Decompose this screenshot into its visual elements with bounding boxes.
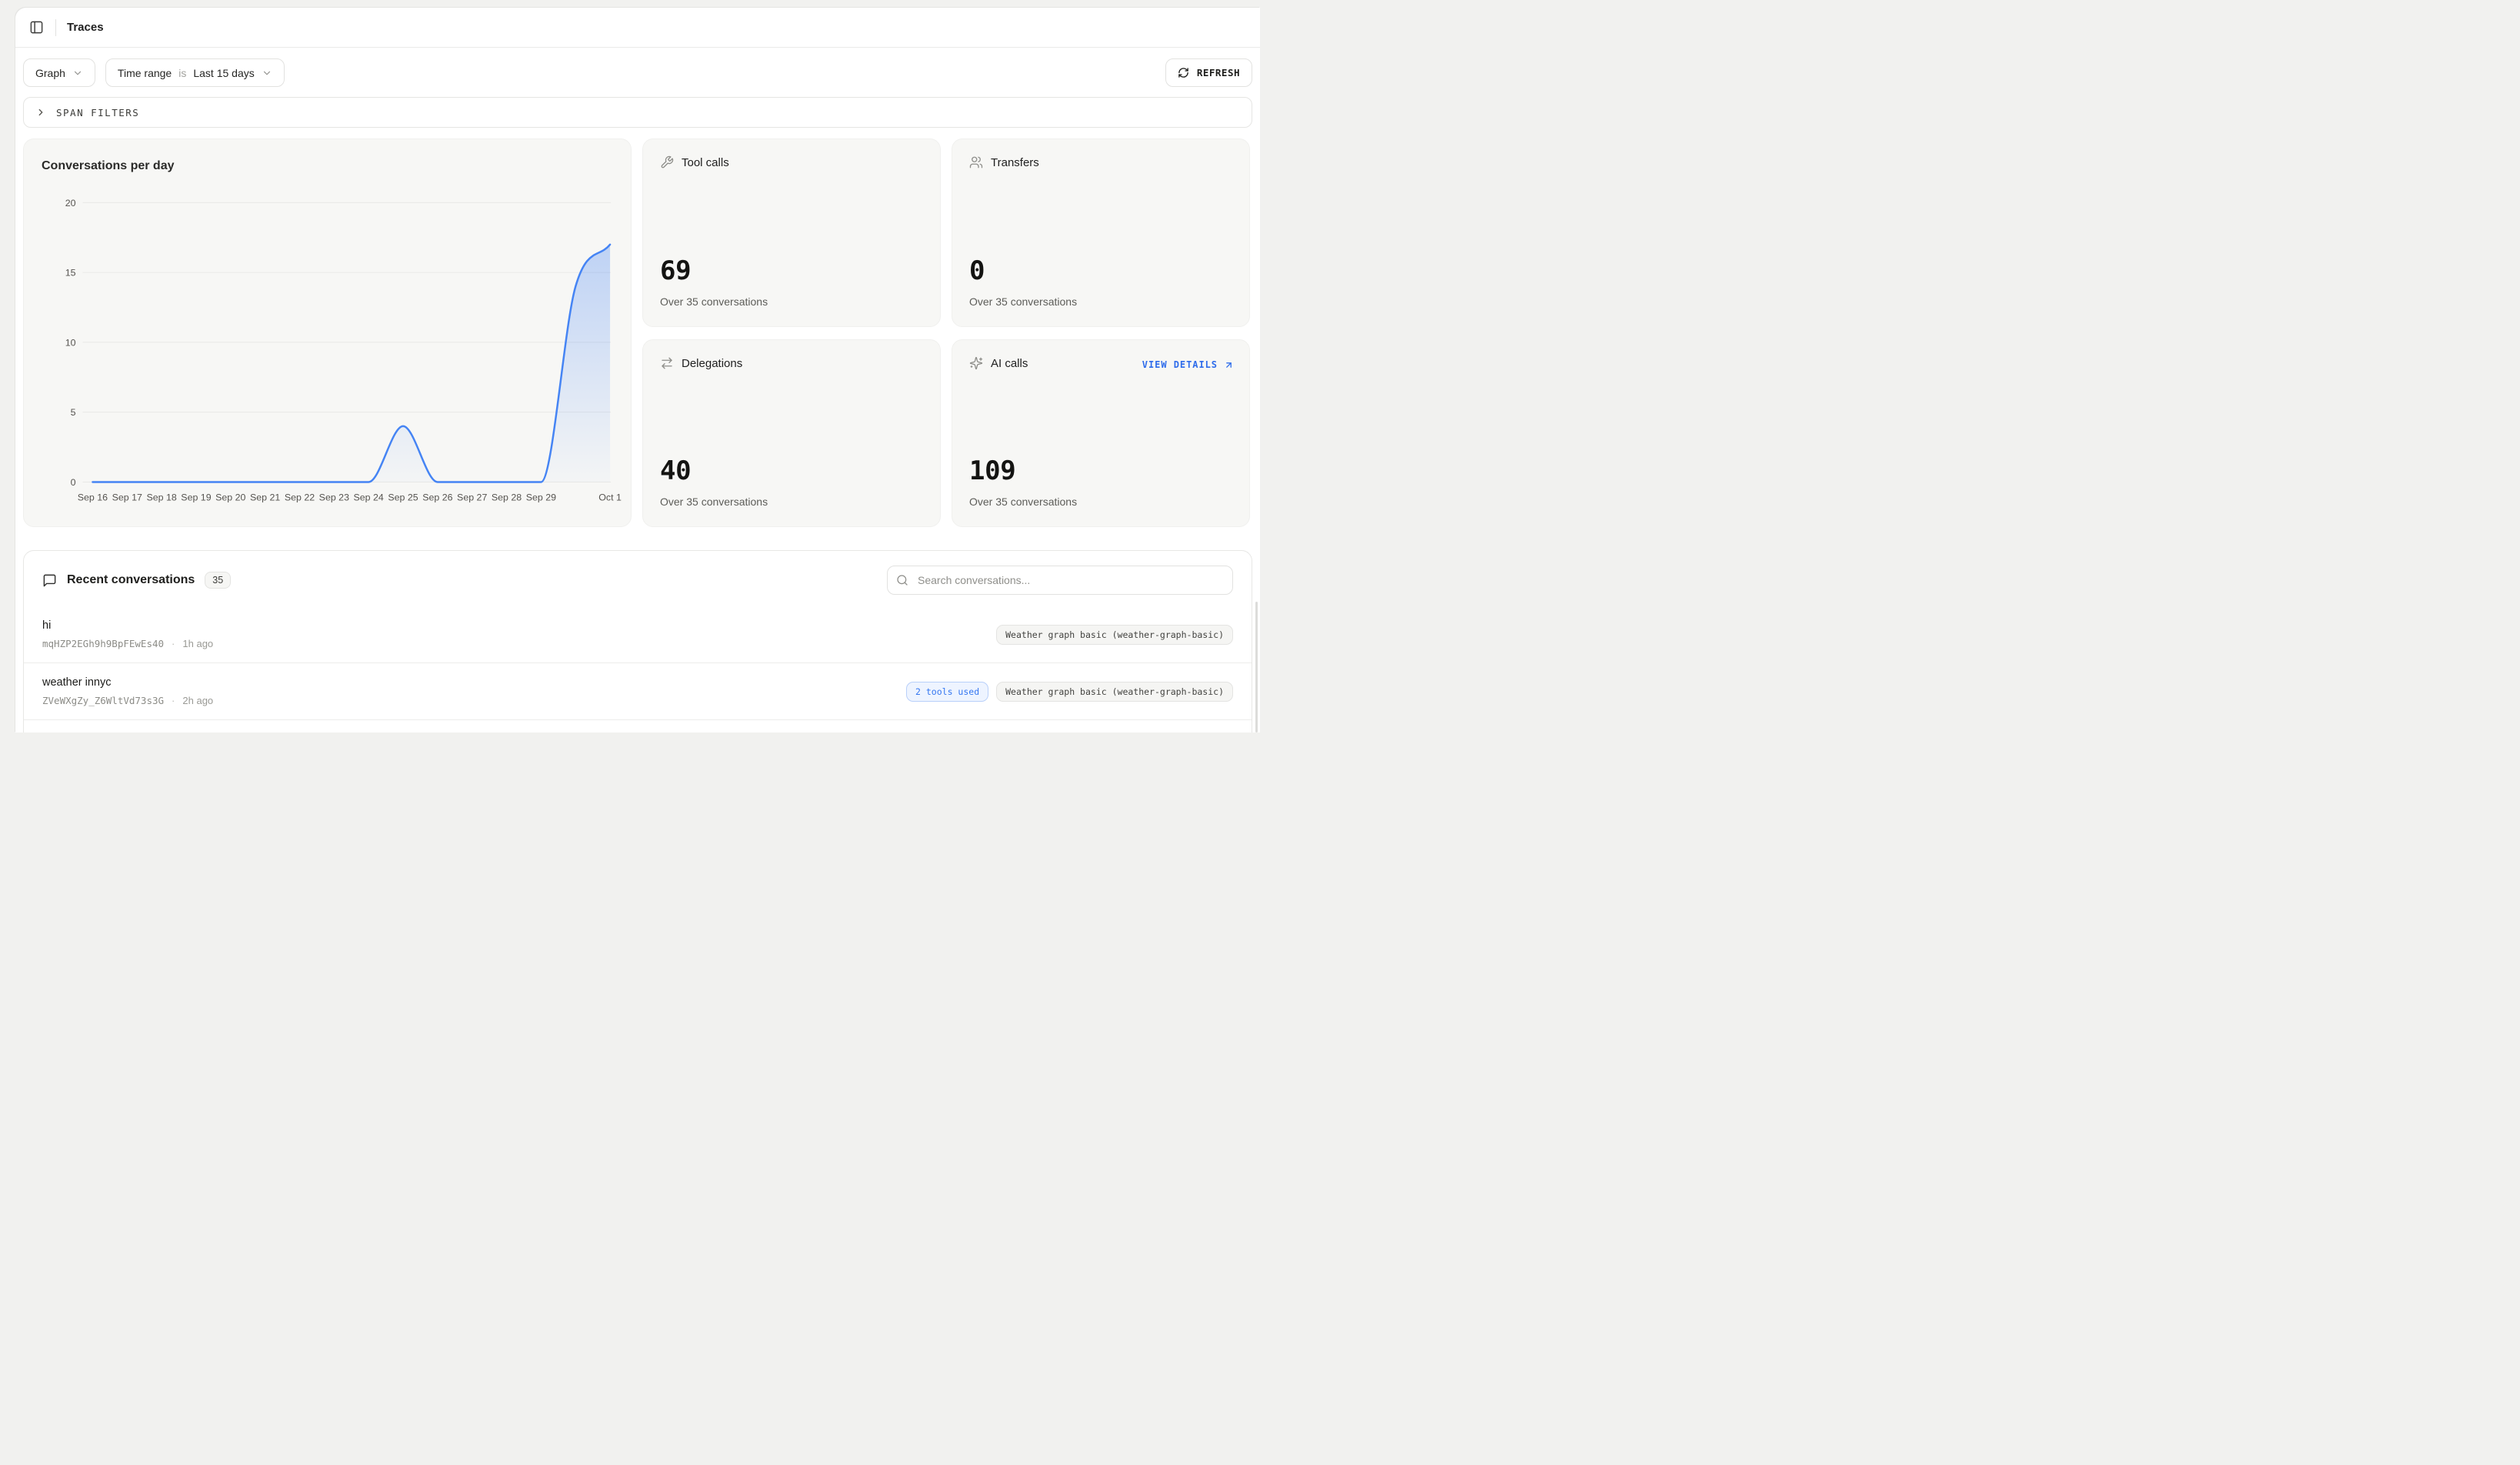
toolbar: Graph Time range is Last 15 days REFRESH xyxy=(23,58,1252,87)
conversation-title: hi xyxy=(42,619,213,632)
view-details-label: VIEW DETAILS xyxy=(1142,359,1218,370)
header-divider xyxy=(55,19,56,36)
view-details-link[interactable]: VIEW DETAILS xyxy=(1142,359,1234,370)
conversation-id: ZVeWXgZy_Z6WltVd73s3G xyxy=(42,695,164,706)
svg-text:0: 0 xyxy=(71,477,76,488)
svg-text:Sep 25: Sep 25 xyxy=(388,492,418,502)
span-filters-label: SPAN FILTERS xyxy=(56,107,139,118)
conversation-time: 2h ago xyxy=(182,695,213,706)
stat-title: Delegations xyxy=(682,357,742,370)
svg-text:Sep 17: Sep 17 xyxy=(112,492,142,502)
stat-value: 109 xyxy=(969,456,1015,486)
svg-text:Sep 23: Sep 23 xyxy=(319,492,349,502)
svg-text:Sep 16: Sep 16 xyxy=(78,492,108,502)
conversation-count-badge: 35 xyxy=(205,572,231,589)
refresh-label: REFRESH xyxy=(1197,67,1240,78)
svg-text:Sep 28: Sep 28 xyxy=(492,492,522,502)
chevron-down-icon xyxy=(262,68,272,78)
chevron-down-icon xyxy=(72,68,83,78)
svg-text:Sep 19: Sep 19 xyxy=(181,492,211,502)
stat-value: 0 xyxy=(969,255,985,286)
svg-text:15: 15 xyxy=(65,268,76,279)
stat-subtitle: Over 35 conversations xyxy=(660,295,768,308)
svg-text:Sep 21: Sep 21 xyxy=(250,492,280,502)
stat-title: Tool calls xyxy=(682,156,729,169)
view-selector-dropdown[interactable]: Graph xyxy=(23,58,95,87)
wrench-icon xyxy=(660,155,674,169)
refresh-button[interactable]: REFRESH xyxy=(1165,58,1252,87)
svg-text:Sep 20: Sep 20 xyxy=(215,492,245,502)
meta-separator: · xyxy=(172,638,175,649)
svg-text:Sep 26: Sep 26 xyxy=(422,492,452,502)
stat-card-ai-calls: AI calls VIEW DETAILS 109 Over 35 conver… xyxy=(952,339,1250,527)
agent-badge: Weather graph basic (weather-graph-basic… xyxy=(996,682,1233,702)
svg-text:Sep 22: Sep 22 xyxy=(285,492,315,502)
users-icon xyxy=(969,155,983,169)
recent-conversations-title: Recent conversations xyxy=(67,573,195,587)
conversation-row[interactable]: weather innyc ZVeWXgZy_Z6WltVd73s3G · 2h… xyxy=(24,662,1252,719)
stat-card-tool-calls: Tool calls 69 Over 35 conversations xyxy=(642,138,941,327)
time-range-field: Time range xyxy=(118,67,172,79)
stat-card-delegations: Delegations 40 Over 35 conversations xyxy=(642,339,941,527)
svg-text:Oct 1: Oct 1 xyxy=(598,492,622,502)
search-conversations-input[interactable] xyxy=(887,566,1233,595)
time-range-value: Last 15 days xyxy=(193,67,254,79)
tools-used-badge: 2 tools used xyxy=(906,682,988,702)
top-bar: Traces xyxy=(15,8,1260,48)
stat-title: Transfers xyxy=(991,156,1039,169)
sidebar-toggle-button[interactable] xyxy=(23,15,49,41)
svg-text:10: 10 xyxy=(65,337,76,348)
stat-value: 40 xyxy=(660,456,691,486)
panel-left-icon xyxy=(29,20,44,35)
conversation-title: weather innyc xyxy=(42,676,213,689)
svg-text:Sep 27: Sep 27 xyxy=(457,492,487,502)
scrollbar-thumb[interactable] xyxy=(1255,602,1258,732)
message-square-icon xyxy=(42,573,57,588)
page-title: Traces xyxy=(67,21,104,34)
time-range-operator: is xyxy=(178,67,186,79)
stat-subtitle: Over 35 conversations xyxy=(969,295,1077,308)
svg-text:20: 20 xyxy=(65,198,76,209)
conversation-id: mqHZP2EGh9h9BpFEwEs40 xyxy=(42,638,164,649)
conversation-row-partial xyxy=(24,719,1252,732)
meta-separator: · xyxy=(172,695,175,706)
agent-badge: Weather graph basic (weather-graph-basic… xyxy=(996,625,1233,645)
stat-card-transfers: Transfers 0 Over 35 conversations xyxy=(952,138,1250,327)
stat-subtitle: Over 35 conversations xyxy=(969,496,1077,508)
conversation-row[interactable]: hi mqHZP2EGh9h9BpFEwEs40 · 1h ago Weathe… xyxy=(24,606,1252,662)
recent-conversations-header: Recent conversations 35 xyxy=(24,551,1252,606)
chevron-right-icon xyxy=(35,107,46,118)
span-filters-toggle[interactable]: SPAN FILTERS xyxy=(23,97,1252,128)
time-range-filter[interactable]: Time range is Last 15 days xyxy=(105,58,285,87)
arrow-up-right-icon xyxy=(1224,360,1234,370)
svg-text:Sep 18: Sep 18 xyxy=(146,492,176,502)
recent-conversations-card: Recent conversations 35 hi mqHZP2EGh9h9B… xyxy=(23,550,1252,732)
sparkles-icon xyxy=(969,356,983,370)
refresh-icon xyxy=(1178,67,1189,78)
chart-title: Conversations per day xyxy=(42,159,175,173)
stat-title: AI calls xyxy=(991,357,1028,370)
svg-text:5: 5 xyxy=(71,407,76,418)
page-card: Traces Graph Time range is Last 15 days xyxy=(15,8,1260,732)
svg-text:Sep 24: Sep 24 xyxy=(354,492,384,502)
search-icon xyxy=(896,574,908,586)
conversations-chart-card: Conversations per day 0 5 10 15 20 Sep 16 Sep … xyxy=(23,138,632,527)
conversation-time: 1h ago xyxy=(182,638,213,649)
view-selector-label: Graph xyxy=(35,67,65,79)
svg-text:Sep 29: Sep 29 xyxy=(526,492,556,502)
stat-subtitle: Over 35 conversations xyxy=(660,496,768,508)
arrows-icon xyxy=(660,356,674,370)
stat-value: 69 xyxy=(660,255,691,286)
dashboard-grid: Conversations per day 0 5 10 15 20 Sep 16 Sep … xyxy=(23,138,1252,527)
conversations-per-day-chart: 0 5 10 15 20 Sep 16 Sep 17 Sep 18 Sep 19 Sep 20 Se… xyxy=(24,139,631,526)
